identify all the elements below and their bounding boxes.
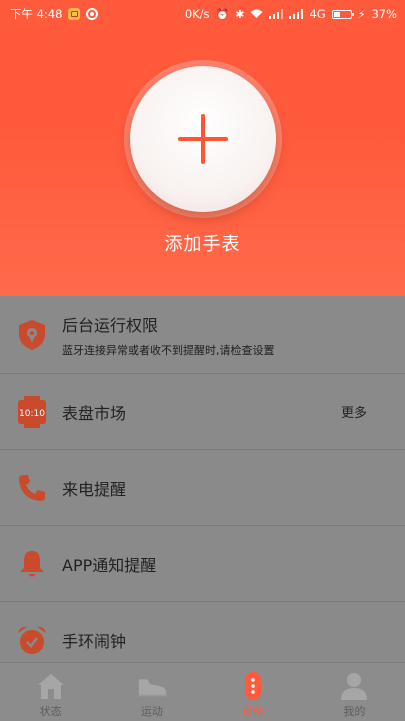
wifi-icon xyxy=(250,9,263,18)
more-link[interactable]: 更多 xyxy=(341,402,367,421)
phone-icon xyxy=(16,472,48,504)
home-icon xyxy=(35,671,67,701)
list-item-title: 表盘市场 xyxy=(62,403,127,423)
nav-tab-device[interactable]: 设备 xyxy=(203,663,304,721)
list-item-app-notification[interactable]: APP通知提醒 xyxy=(0,526,405,602)
alarm-off-icon: ⏰ xyxy=(215,7,230,21)
bluetooth-icon: ✱ xyxy=(235,7,245,21)
list-item-background-permission[interactable]: 后台运行权限 蓝牙连接异常或者收不到提醒时,请检查设置 xyxy=(0,296,405,374)
list-item-title: 来电提醒 xyxy=(62,479,127,499)
add-watch-button[interactable] xyxy=(130,66,276,212)
list-item-watch-face-market[interactable]: 10:10 表盘市场 更多 xyxy=(0,374,405,450)
alarm-clock-icon xyxy=(16,624,48,656)
battery-level: 37% xyxy=(371,7,397,21)
signal-icon xyxy=(269,9,284,19)
nav-label: 状态 xyxy=(39,705,62,718)
list-item-text: 来电提醒 xyxy=(62,476,126,500)
watch-face-time: 10:10 xyxy=(19,409,45,419)
record-notification-icon xyxy=(86,8,99,20)
list-item-text: 表盘市场 xyxy=(62,400,126,424)
status-bar-left: 下午 4:48 xyxy=(10,6,99,22)
list-item-title: 手环闹钟 xyxy=(62,631,127,651)
list-item-call-reminder[interactable]: 来电提醒 xyxy=(0,450,405,526)
bottom-nav: 状态 运动 设备 我的 xyxy=(0,662,405,721)
nav-label: 运动 xyxy=(140,705,163,718)
list-item-title: APP通知提醒 xyxy=(62,555,157,575)
nav-label: 设备 xyxy=(242,705,265,718)
shield-location-icon xyxy=(16,319,48,351)
status-bar: 下午 4:48 0K/s ⏰ ✱ 4G ⚡ 37% xyxy=(0,0,405,28)
person-icon xyxy=(338,671,370,701)
list-item-subtitle: 蓝牙连接异常或者收不到提醒时,请检查设置 xyxy=(62,343,275,357)
battery-icon xyxy=(331,9,354,19)
nav-tab-mine[interactable]: 我的 xyxy=(304,663,405,721)
status-bar-right: 0K/s ⏰ ✱ 4G ⚡ 37% xyxy=(185,7,397,21)
list-item-text: APP通知提醒 xyxy=(62,552,156,576)
nav-label: 我的 xyxy=(343,705,366,718)
bell-icon xyxy=(16,548,48,580)
app-notification-icon xyxy=(68,8,81,20)
plus-icon-v xyxy=(201,114,205,164)
settings-list: 后台运行权限 蓝牙连接异常或者收不到提醒时,请检查设置 10:10 表盘市场 更… xyxy=(0,296,405,678)
nav-tab-status[interactable]: 状态 xyxy=(0,663,101,721)
watch-face-icon: 10:10 xyxy=(16,395,48,428)
device-header: 添加手表 xyxy=(0,28,405,296)
charging-icon: ⚡ xyxy=(357,7,366,21)
network-type: 4G xyxy=(309,7,326,21)
shoe-icon xyxy=(136,671,168,701)
net-speed: 0K/s xyxy=(184,7,210,21)
status-time: 下午 4:48 xyxy=(10,7,63,21)
band-icon xyxy=(237,671,269,701)
nav-tab-sport[interactable]: 运动 xyxy=(101,663,202,721)
list-item-title: 后台运行权限 xyxy=(62,315,159,335)
list-item-text: 手环闹钟 xyxy=(62,628,126,652)
signal-icon-2 xyxy=(289,9,304,19)
add-watch-label[interactable]: 添加手表 xyxy=(0,230,405,256)
list-item-text: 后台运行权限 蓝牙连接异常或者收不到提醒时,请检查设置 xyxy=(62,312,275,358)
